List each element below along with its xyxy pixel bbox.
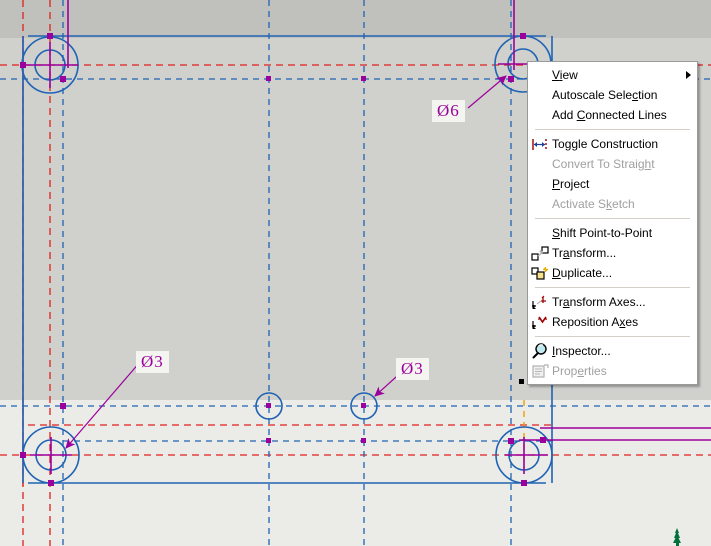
shift-point-icon — [528, 224, 552, 242]
reposition-axes-icon — [528, 313, 552, 331]
pt-tl-top — [47, 33, 53, 39]
pt-hole1-b — [266, 438, 271, 443]
menu-item-inspector-label: Inspector... — [552, 344, 611, 358]
pt-bl-bot — [48, 480, 54, 486]
project-icon — [528, 175, 552, 193]
menu-corner-mark — [519, 379, 524, 384]
transform-axes-icon — [528, 293, 552, 311]
menu-separator-2 — [535, 218, 690, 219]
menu-item-convert-to-straight: Convert To Straight — [528, 154, 697, 174]
magnifier-icon — [528, 342, 552, 360]
pt-hole1-c — [266, 403, 271, 408]
pt-bl-left — [20, 452, 26, 458]
menu-item-toggle-construction-label: Toggle Construction — [552, 137, 659, 151]
menu-item-project-label: Project — [552, 177, 590, 191]
application-root: Ø6 Ø3 Ø3 View Autoscale Selection Add Co… — [0, 0, 711, 546]
pt-bl-up — [60, 403, 66, 409]
pt-tr-low — [508, 76, 514, 82]
dimension-label-dia3-left[interactable]: Ø3 — [136, 351, 169, 373]
menu-item-activate-sketch-label: Activate Sketch — [552, 197, 635, 211]
menu-item-add-connected-lines-label: Add Connected Lines — [552, 108, 667, 122]
chevron-right-icon — [686, 71, 691, 79]
menu-item-transform-label: Transform... — [552, 246, 617, 260]
menu-separator-3 — [535, 287, 690, 288]
construction-icon — [528, 135, 552, 153]
menu-item-reposition-axes[interactable]: Reposition Axes — [528, 312, 697, 332]
menu-item-duplicate[interactable]: Duplicate... — [528, 263, 697, 283]
menu-item-view[interactable]: View — [528, 65, 697, 85]
menu-item-autoscale-selection[interactable]: Autoscale Selection — [528, 85, 697, 105]
view-icon — [528, 66, 552, 84]
menu-separator-1 — [535, 129, 690, 130]
menu-item-transform-axes-label: Transform Axes... — [552, 295, 646, 309]
sketch-context-menu[interactable]: View Autoscale Selection Add Connected L… — [527, 61, 698, 385]
autoscale-icon — [528, 86, 552, 104]
menu-item-view-label: View — [552, 68, 578, 82]
menu-item-shift-point-to-point[interactable]: Shift Point-to-Point — [528, 223, 697, 243]
menu-separator-4 — [535, 336, 690, 337]
add-lines-icon — [528, 106, 552, 124]
menu-item-properties: Properties — [528, 361, 697, 381]
activate-sketch-icon — [528, 195, 552, 213]
menu-item-activate-sketch: Activate Sketch — [528, 194, 697, 214]
pt-mid-top2 — [361, 76, 366, 81]
pt-hole2-b — [361, 438, 366, 443]
menu-item-add-connected-lines[interactable]: Add Connected Lines — [528, 105, 697, 125]
menu-item-convert-to-straight-label: Convert To Straight — [552, 157, 655, 171]
menu-item-transform[interactable]: Transform... — [528, 243, 697, 263]
pt-br-up — [508, 438, 514, 444]
menu-item-inspector[interactable]: Inspector... — [528, 341, 697, 361]
menu-item-shift-point-to-point-label: Shift Point-to-Point — [552, 226, 653, 240]
pt-br-bot — [521, 480, 527, 486]
pt-tr-top — [520, 33, 526, 39]
pt-mid-top1 — [266, 76, 271, 81]
pt-hole2-c — [361, 403, 366, 408]
duplicate-icon — [528, 264, 552, 282]
menu-item-toggle-construction[interactable]: Toggle Construction — [528, 134, 697, 154]
convert-straight-icon — [528, 155, 552, 173]
pt-tl-left — [20, 62, 26, 68]
transform-icon — [528, 244, 552, 262]
canvas-bg-rightlower — [556, 400, 711, 546]
menu-item-duplicate-label: Duplicate... — [552, 266, 613, 280]
dimension-label-dia3-right[interactable]: Ø3 — [396, 358, 429, 380]
menu-item-reposition-axes-label: Reposition Axes — [552, 315, 639, 329]
menu-item-project[interactable]: Project — [528, 174, 697, 194]
pt-tl-br — [60, 76, 66, 82]
menu-item-autoscale-selection-label: Autoscale Selection — [552, 88, 658, 102]
menu-item-properties-label: Properties — [552, 364, 607, 378]
menu-item-transform-axes[interactable]: Transform Axes... — [528, 292, 697, 312]
properties-icon — [528, 362, 552, 380]
dimension-label-dia6[interactable]: Ø6 — [432, 100, 465, 122]
pt-br-right — [540, 437, 546, 443]
